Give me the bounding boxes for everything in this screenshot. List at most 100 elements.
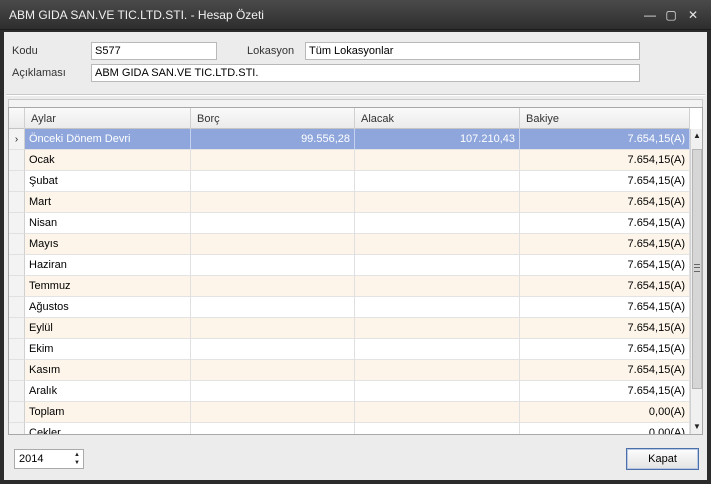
- kodu-field[interactable]: S577: [91, 42, 217, 60]
- table-row[interactable]: Mayıs 7.654,15(A): [9, 234, 690, 255]
- cell-aylar[interactable]: Aralık: [25, 381, 191, 402]
- cell-bakiye[interactable]: 0,00(A): [520, 423, 690, 434]
- cell-bakiye[interactable]: 7.654,15(A): [520, 381, 690, 402]
- cell-alacak[interactable]: [355, 276, 520, 297]
- cell-aylar[interactable]: Ekim: [25, 339, 191, 360]
- row-indicator[interactable]: [9, 318, 25, 339]
- row-indicator[interactable]: [9, 255, 25, 276]
- table-row[interactable]: Aralık 7.654,15(A): [9, 381, 690, 402]
- cell-alacak[interactable]: 107.210,43: [355, 129, 520, 150]
- row-indicator[interactable]: [9, 339, 25, 360]
- cell-aylar[interactable]: Temmuz: [25, 276, 191, 297]
- cell-bakiye[interactable]: 7.654,15(A): [520, 297, 690, 318]
- cell-bakiye[interactable]: 0,00(A): [520, 402, 690, 423]
- cell-aylar[interactable]: Nisan: [25, 213, 191, 234]
- spinner-arrows-icon[interactable]: ▲ ▼: [72, 451, 82, 467]
- cell-bakiye[interactable]: 7.654,15(A): [520, 255, 690, 276]
- column-header-alacak[interactable]: Alacak: [355, 108, 520, 129]
- cell-alacak[interactable]: [355, 381, 520, 402]
- cell-borc[interactable]: [191, 402, 355, 423]
- cell-borc[interactable]: [191, 234, 355, 255]
- cell-alacak[interactable]: [355, 255, 520, 276]
- cell-alacak[interactable]: [355, 339, 520, 360]
- row-indicator[interactable]: [9, 192, 25, 213]
- column-header-bakiye[interactable]: Bakiye: [520, 108, 690, 129]
- title-bar[interactable]: ABM GIDA SAN.VE TIC.LTD.STI. - Hesap Öze…: [0, 0, 711, 30]
- row-indicator[interactable]: [9, 360, 25, 381]
- cell-alacak[interactable]: [355, 234, 520, 255]
- cell-borc[interactable]: [191, 360, 355, 381]
- row-indicator-arrow-icon[interactable]: ›: [9, 129, 25, 150]
- kapat-button[interactable]: Kapat: [626, 448, 699, 470]
- cell-aylar[interactable]: Önceki Dönem Devri: [25, 129, 191, 150]
- cell-borc[interactable]: [191, 339, 355, 360]
- column-header-aylar[interactable]: Aylar: [25, 108, 191, 129]
- cell-borc[interactable]: [191, 192, 355, 213]
- cell-alacak[interactable]: [355, 171, 520, 192]
- cell-borc[interactable]: [191, 150, 355, 171]
- cell-borc[interactable]: [191, 318, 355, 339]
- year-spinner[interactable]: 2014 ▲ ▼: [14, 449, 84, 469]
- minimize-icon[interactable]: —: [643, 8, 657, 22]
- aciklama-field[interactable]: ABM GIDA SAN.VE TIC.LTD.STI.: [91, 64, 640, 82]
- cell-aylar[interactable]: Ocak: [25, 150, 191, 171]
- cell-alacak[interactable]: [355, 213, 520, 234]
- table-row[interactable]: Eylül 7.654,15(A): [9, 318, 690, 339]
- cell-borc[interactable]: 99.556,28: [191, 129, 355, 150]
- cell-bakiye[interactable]: 7.654,15(A): [520, 234, 690, 255]
- scroll-thumb[interactable]: [692, 149, 702, 389]
- cell-bakiye[interactable]: 7.654,15(A): [520, 150, 690, 171]
- row-indicator[interactable]: [9, 276, 25, 297]
- table-row[interactable]: Nisan 7.654,15(A): [9, 213, 690, 234]
- cell-alacak[interactable]: [355, 150, 520, 171]
- table-row[interactable]: Haziran 7.654,15(A): [9, 255, 690, 276]
- cell-alacak[interactable]: [355, 318, 520, 339]
- cell-aylar[interactable]: Kasım: [25, 360, 191, 381]
- cell-bakiye[interactable]: 7.654,15(A): [520, 129, 690, 150]
- cell-aylar[interactable]: Haziran: [25, 255, 191, 276]
- cell-bakiye[interactable]: 7.654,15(A): [520, 213, 690, 234]
- table-row[interactable]: Ekim 7.654,15(A): [9, 339, 690, 360]
- scroll-up-icon[interactable]: ▲: [692, 131, 702, 141]
- row-indicator[interactable]: [9, 402, 25, 423]
- cell-alacak[interactable]: [355, 297, 520, 318]
- row-indicator[interactable]: [9, 423, 25, 434]
- cell-bakiye[interactable]: 7.654,15(A): [520, 360, 690, 381]
- cell-alacak[interactable]: [355, 360, 520, 381]
- table-row[interactable]: Cekler 0,00(A): [9, 423, 690, 434]
- cell-aylar[interactable]: Toplam: [25, 402, 191, 423]
- lokasyon-field[interactable]: Tüm Lokasyonlar: [305, 42, 640, 60]
- table-row[interactable]: › Önceki Dönem Devri 99.556,28 107.210,43 7.…: [9, 129, 690, 150]
- maximize-icon[interactable]: ▢: [664, 8, 678, 22]
- row-indicator[interactable]: [9, 171, 25, 192]
- row-indicator[interactable]: [9, 234, 25, 255]
- scroll-down-icon[interactable]: ▼: [692, 422, 702, 432]
- cell-borc[interactable]: [191, 171, 355, 192]
- row-indicator[interactable]: [9, 213, 25, 234]
- cell-bakiye[interactable]: 7.654,15(A): [520, 276, 690, 297]
- table-row[interactable]: Temmuz 7.654,15(A): [9, 276, 690, 297]
- column-header-borc[interactable]: Borç: [191, 108, 355, 129]
- cell-borc[interactable]: [191, 297, 355, 318]
- cell-borc[interactable]: [191, 276, 355, 297]
- row-indicator[interactable]: [9, 150, 25, 171]
- cell-aylar[interactable]: Cekler: [25, 423, 191, 434]
- vertical-scrollbar[interactable]: ▲ ▼: [690, 129, 702, 434]
- table-row[interactable]: Kasım 7.654,15(A): [9, 360, 690, 381]
- cell-alacak[interactable]: [355, 402, 520, 423]
- cell-borc[interactable]: [191, 213, 355, 234]
- close-icon[interactable]: ✕: [686, 8, 700, 22]
- cell-alacak[interactable]: [355, 192, 520, 213]
- cell-borc[interactable]: [191, 255, 355, 276]
- table-row[interactable]: Ağustos 7.654,15(A): [9, 297, 690, 318]
- cell-borc[interactable]: [191, 423, 355, 434]
- cell-borc[interactable]: [191, 381, 355, 402]
- table-row[interactable]: Mart 7.654,15(A): [9, 192, 690, 213]
- row-indicator[interactable]: [9, 297, 25, 318]
- cell-alacak[interactable]: [355, 423, 520, 434]
- table-row[interactable]: Ocak 7.654,15(A): [9, 150, 690, 171]
- cell-aylar[interactable]: Ağustos: [25, 297, 191, 318]
- cell-bakiye[interactable]: 7.654,15(A): [520, 171, 690, 192]
- cell-aylar[interactable]: Eylül: [25, 318, 191, 339]
- cell-bakiye[interactable]: 7.654,15(A): [520, 192, 690, 213]
